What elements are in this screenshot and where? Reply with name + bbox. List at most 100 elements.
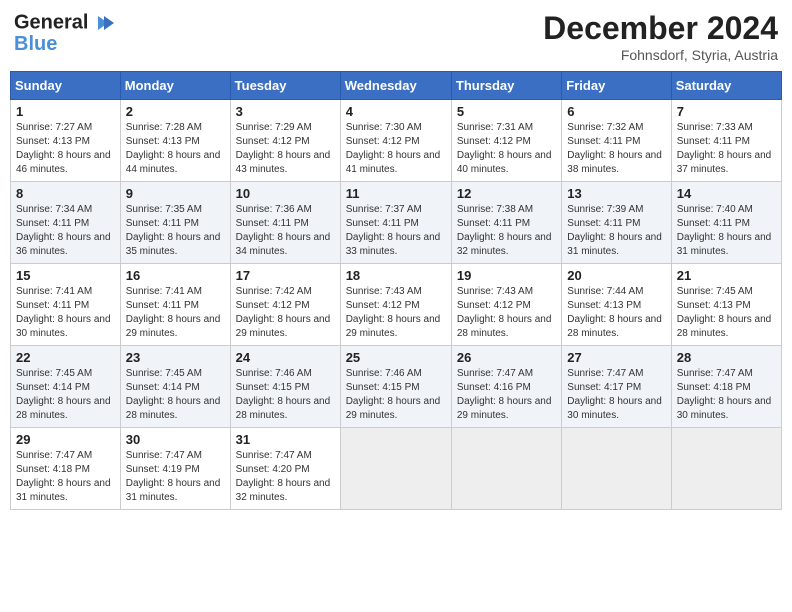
calendar-cell: 9 Sunrise: 7:35 AMSunset: 4:11 PMDayligh… bbox=[120, 182, 230, 264]
calendar-cell: 29 Sunrise: 7:47 AMSunset: 4:18 PMDaylig… bbox=[11, 428, 121, 510]
calendar-cell: 30 Sunrise: 7:47 AMSunset: 4:19 PMDaylig… bbox=[120, 428, 230, 510]
calendar-cell: 1 Sunrise: 7:27 AMSunset: 4:13 PMDayligh… bbox=[11, 100, 121, 182]
cell-content: Sunrise: 7:42 AMSunset: 4:12 PMDaylight:… bbox=[236, 286, 331, 339]
calendar-cell: 21 Sunrise: 7:45 AMSunset: 4:13 PMDaylig… bbox=[671, 264, 781, 346]
calendar-header-row: SundayMondayTuesdayWednesdayThursdayFrid… bbox=[11, 72, 782, 100]
cell-content: Sunrise: 7:47 AMSunset: 4:19 PMDaylight:… bbox=[126, 450, 221, 503]
day-number: 5 bbox=[457, 104, 556, 119]
day-number: 13 bbox=[567, 186, 665, 201]
day-of-week-header: Tuesday bbox=[230, 72, 340, 100]
cell-content: Sunrise: 7:41 AMSunset: 4:11 PMDaylight:… bbox=[126, 286, 221, 339]
calendar-cell: 26 Sunrise: 7:47 AMSunset: 4:16 PMDaylig… bbox=[451, 346, 561, 428]
calendar-cell: 12 Sunrise: 7:38 AMSunset: 4:11 PMDaylig… bbox=[451, 182, 561, 264]
cell-content: Sunrise: 7:36 AMSunset: 4:11 PMDaylight:… bbox=[236, 204, 331, 257]
cell-content: Sunrise: 7:47 AMSunset: 4:20 PMDaylight:… bbox=[236, 450, 331, 503]
cell-content: Sunrise: 7:38 AMSunset: 4:11 PMDaylight:… bbox=[457, 204, 552, 257]
calendar-cell bbox=[562, 428, 671, 510]
cell-content: Sunrise: 7:47 AMSunset: 4:17 PMDaylight:… bbox=[567, 368, 662, 421]
cell-content: Sunrise: 7:46 AMSunset: 4:15 PMDaylight:… bbox=[236, 368, 331, 421]
month-title: December 2024 bbox=[543, 10, 778, 47]
day-of-week-header: Friday bbox=[562, 72, 671, 100]
calendar-cell: 5 Sunrise: 7:31 AMSunset: 4:12 PMDayligh… bbox=[451, 100, 561, 182]
day-number: 21 bbox=[677, 268, 776, 283]
logo-icon bbox=[90, 10, 116, 36]
day-number: 16 bbox=[126, 268, 225, 283]
day-number: 20 bbox=[567, 268, 665, 283]
cell-content: Sunrise: 7:45 AMSunset: 4:14 PMDaylight:… bbox=[126, 368, 221, 421]
cell-content: Sunrise: 7:47 AMSunset: 4:16 PMDaylight:… bbox=[457, 368, 552, 421]
calendar-cell bbox=[340, 428, 451, 510]
day-number: 2 bbox=[126, 104, 225, 119]
day-number: 30 bbox=[126, 432, 225, 447]
calendar-cell: 11 Sunrise: 7:37 AMSunset: 4:11 PMDaylig… bbox=[340, 182, 451, 264]
calendar-cell: 15 Sunrise: 7:41 AMSunset: 4:11 PMDaylig… bbox=[11, 264, 121, 346]
calendar-cell: 16 Sunrise: 7:41 AMSunset: 4:11 PMDaylig… bbox=[120, 264, 230, 346]
cell-content: Sunrise: 7:33 AMSunset: 4:11 PMDaylight:… bbox=[677, 122, 772, 175]
calendar-cell: 18 Sunrise: 7:43 AMSunset: 4:12 PMDaylig… bbox=[340, 264, 451, 346]
day-number: 27 bbox=[567, 350, 665, 365]
calendar-cell: 25 Sunrise: 7:46 AMSunset: 4:15 PMDaylig… bbox=[340, 346, 451, 428]
day-of-week-header: Thursday bbox=[451, 72, 561, 100]
cell-content: Sunrise: 7:47 AMSunset: 4:18 PMDaylight:… bbox=[16, 450, 111, 503]
calendar-week-row: 22 Sunrise: 7:45 AMSunset: 4:14 PMDaylig… bbox=[11, 346, 782, 428]
day-of-week-header: Saturday bbox=[671, 72, 781, 100]
day-number: 28 bbox=[677, 350, 776, 365]
calendar-week-row: 15 Sunrise: 7:41 AMSunset: 4:11 PMDaylig… bbox=[11, 264, 782, 346]
day-of-week-header: Monday bbox=[120, 72, 230, 100]
calendar-cell: 13 Sunrise: 7:39 AMSunset: 4:11 PMDaylig… bbox=[562, 182, 671, 264]
day-number: 24 bbox=[236, 350, 335, 365]
cell-content: Sunrise: 7:37 AMSunset: 4:11 PMDaylight:… bbox=[346, 204, 441, 257]
calendar-cell: 23 Sunrise: 7:45 AMSunset: 4:14 PMDaylig… bbox=[120, 346, 230, 428]
cell-content: Sunrise: 7:32 AMSunset: 4:11 PMDaylight:… bbox=[567, 122, 662, 175]
calendar-cell: 8 Sunrise: 7:34 AMSunset: 4:11 PMDayligh… bbox=[11, 182, 121, 264]
day-number: 14 bbox=[677, 186, 776, 201]
day-number: 26 bbox=[457, 350, 556, 365]
day-number: 18 bbox=[346, 268, 446, 283]
day-of-week-header: Sunday bbox=[11, 72, 121, 100]
day-number: 10 bbox=[236, 186, 335, 201]
day-number: 25 bbox=[346, 350, 446, 365]
day-number: 1 bbox=[16, 104, 115, 119]
calendar-cell: 6 Sunrise: 7:32 AMSunset: 4:11 PMDayligh… bbox=[562, 100, 671, 182]
cell-content: Sunrise: 7:45 AMSunset: 4:13 PMDaylight:… bbox=[677, 286, 772, 339]
cell-content: Sunrise: 7:45 AMSunset: 4:14 PMDaylight:… bbox=[16, 368, 111, 421]
calendar-cell: 31 Sunrise: 7:47 AMSunset: 4:20 PMDaylig… bbox=[230, 428, 340, 510]
logo: General Blue bbox=[14, 10, 116, 54]
day-of-week-header: Wednesday bbox=[340, 72, 451, 100]
calendar-cell bbox=[451, 428, 561, 510]
day-number: 17 bbox=[236, 268, 335, 283]
cell-content: Sunrise: 7:40 AMSunset: 4:11 PMDaylight:… bbox=[677, 204, 772, 257]
calendar-week-row: 1 Sunrise: 7:27 AMSunset: 4:13 PMDayligh… bbox=[11, 100, 782, 182]
day-number: 29 bbox=[16, 432, 115, 447]
day-number: 23 bbox=[126, 350, 225, 365]
cell-content: Sunrise: 7:43 AMSunset: 4:12 PMDaylight:… bbox=[346, 286, 441, 339]
calendar-cell: 7 Sunrise: 7:33 AMSunset: 4:11 PMDayligh… bbox=[671, 100, 781, 182]
day-number: 6 bbox=[567, 104, 665, 119]
calendar-week-row: 29 Sunrise: 7:47 AMSunset: 4:18 PMDaylig… bbox=[11, 428, 782, 510]
cell-content: Sunrise: 7:35 AMSunset: 4:11 PMDaylight:… bbox=[126, 204, 221, 257]
calendar-cell: 4 Sunrise: 7:30 AMSunset: 4:12 PMDayligh… bbox=[340, 100, 451, 182]
cell-content: Sunrise: 7:28 AMSunset: 4:13 PMDaylight:… bbox=[126, 122, 221, 175]
calendar-cell: 3 Sunrise: 7:29 AMSunset: 4:12 PMDayligh… bbox=[230, 100, 340, 182]
cell-content: Sunrise: 7:44 AMSunset: 4:13 PMDaylight:… bbox=[567, 286, 662, 339]
cell-content: Sunrise: 7:29 AMSunset: 4:12 PMDaylight:… bbox=[236, 122, 331, 175]
calendar-cell: 28 Sunrise: 7:47 AMSunset: 4:18 PMDaylig… bbox=[671, 346, 781, 428]
cell-content: Sunrise: 7:27 AMSunset: 4:13 PMDaylight:… bbox=[16, 122, 111, 175]
calendar-cell: 20 Sunrise: 7:44 AMSunset: 4:13 PMDaylig… bbox=[562, 264, 671, 346]
cell-content: Sunrise: 7:31 AMSunset: 4:12 PMDaylight:… bbox=[457, 122, 552, 175]
calendar-cell: 19 Sunrise: 7:43 AMSunset: 4:12 PMDaylig… bbox=[451, 264, 561, 346]
calendar: SundayMondayTuesdayWednesdayThursdayFrid… bbox=[10, 71, 782, 510]
title-block: December 2024 Fohnsdorf, Styria, Austria bbox=[543, 10, 778, 63]
day-number: 4 bbox=[346, 104, 446, 119]
cell-content: Sunrise: 7:34 AMSunset: 4:11 PMDaylight:… bbox=[16, 204, 111, 257]
day-number: 11 bbox=[346, 186, 446, 201]
cell-content: Sunrise: 7:43 AMSunset: 4:12 PMDaylight:… bbox=[457, 286, 552, 339]
calendar-week-row: 8 Sunrise: 7:34 AMSunset: 4:11 PMDayligh… bbox=[11, 182, 782, 264]
calendar-cell: 27 Sunrise: 7:47 AMSunset: 4:17 PMDaylig… bbox=[562, 346, 671, 428]
day-number: 3 bbox=[236, 104, 335, 119]
cell-content: Sunrise: 7:39 AMSunset: 4:11 PMDaylight:… bbox=[567, 204, 662, 257]
day-number: 7 bbox=[677, 104, 776, 119]
day-number: 12 bbox=[457, 186, 556, 201]
day-number: 9 bbox=[126, 186, 225, 201]
calendar-cell: 17 Sunrise: 7:42 AMSunset: 4:12 PMDaylig… bbox=[230, 264, 340, 346]
